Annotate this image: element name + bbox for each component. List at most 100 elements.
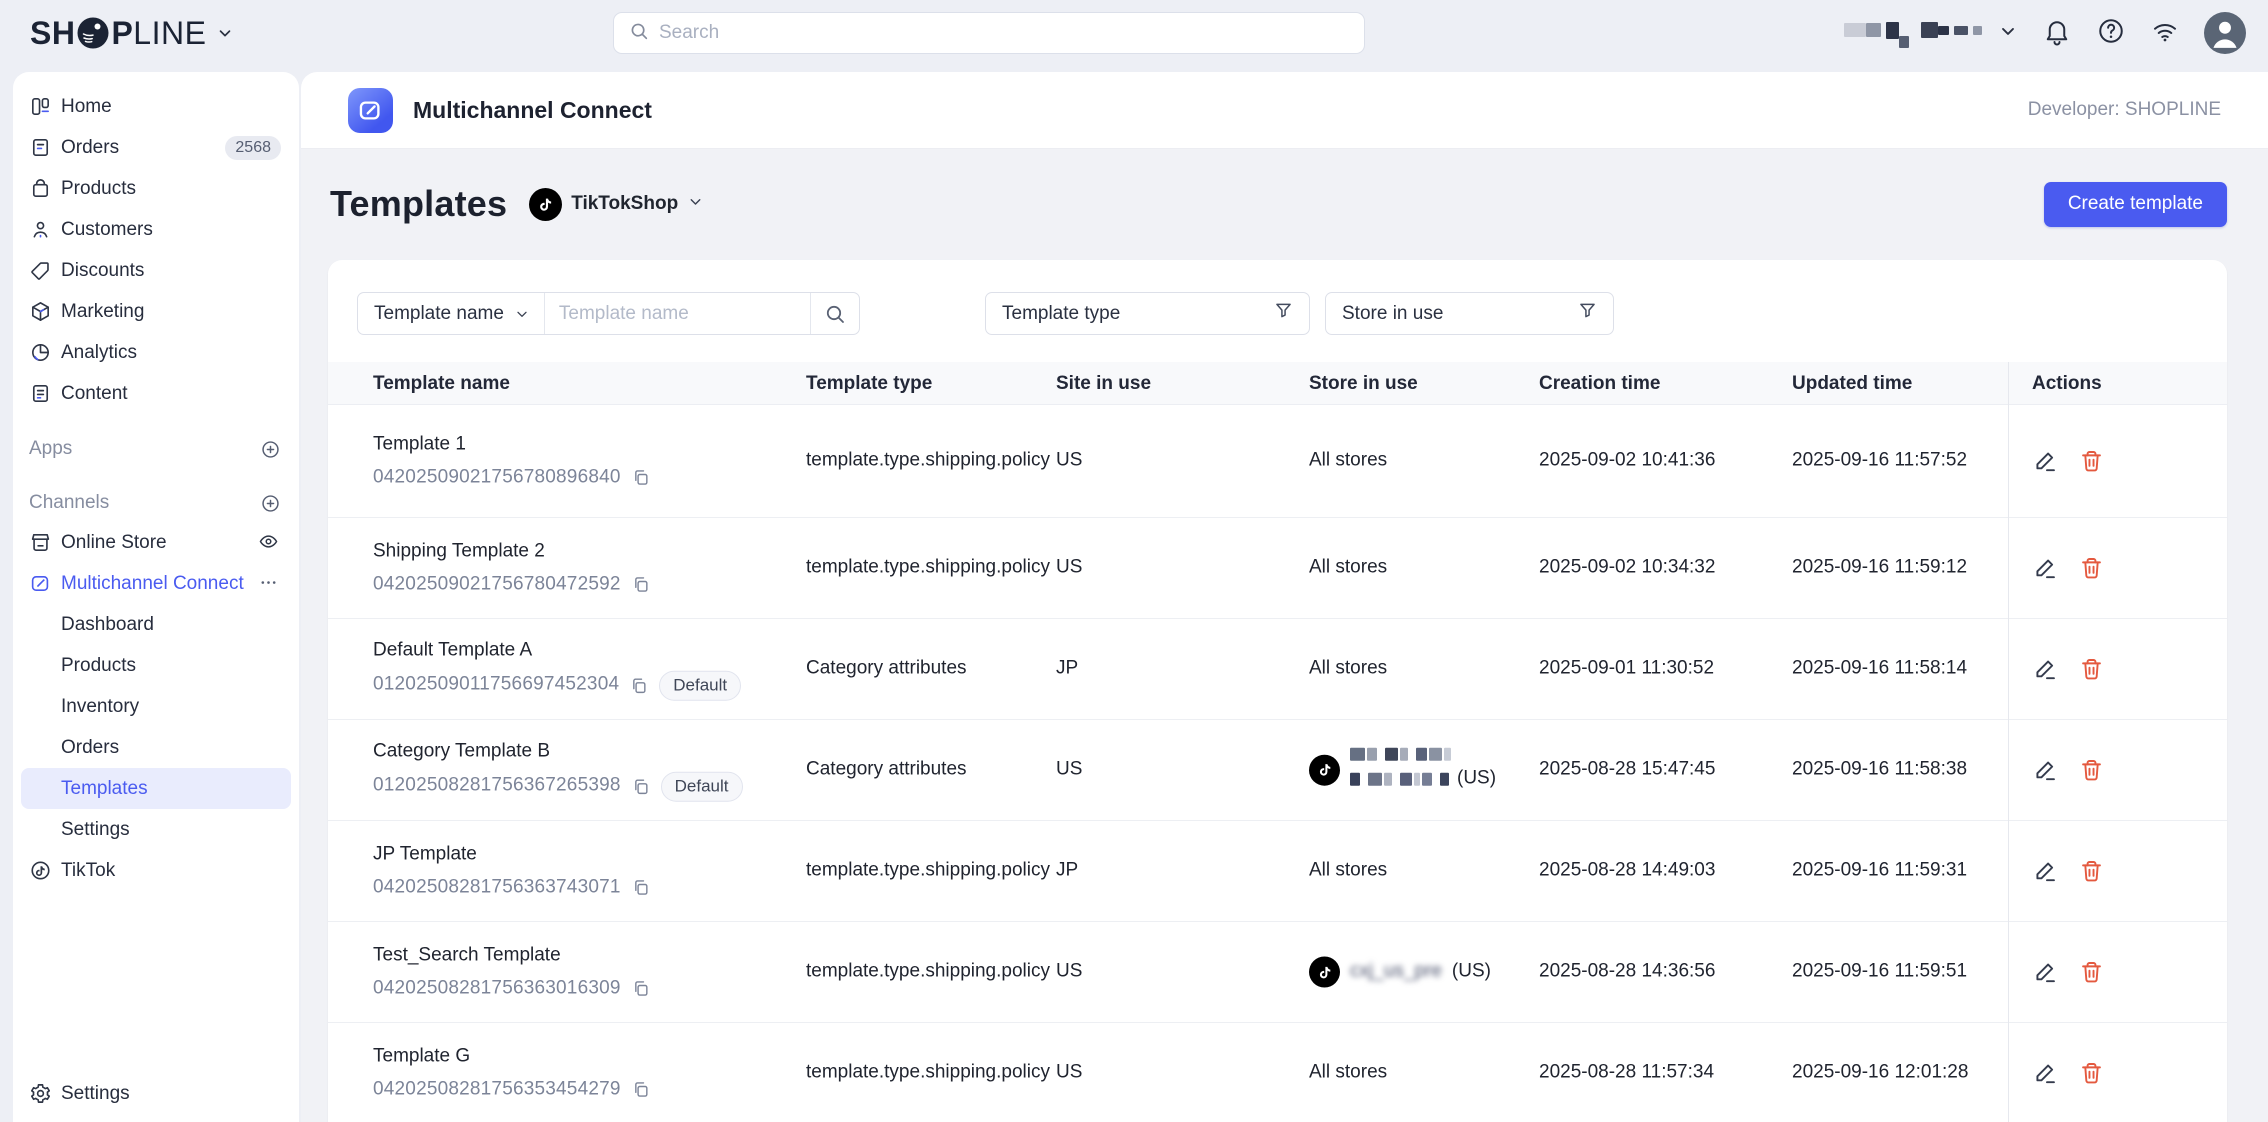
- sidebar-item-tiktok[interactable]: TikTok: [21, 850, 291, 891]
- cell-template-type: template.type.shipping.policy: [806, 858, 1056, 885]
- sidebar-item-discounts[interactable]: Discounts: [21, 250, 291, 291]
- delete-trash-icon[interactable]: [2078, 555, 2105, 582]
- cell-site-in-use: US: [1056, 448, 1082, 475]
- redacted-store-text: [1350, 773, 1449, 786]
- sidebar-item-orders[interactable]: Orders2568: [21, 127, 291, 168]
- copy-id-icon[interactable]: [631, 574, 651, 594]
- delete-trash-icon[interactable]: [2078, 858, 2105, 885]
- store-in-use-filter[interactable]: Store in use: [1325, 292, 1614, 335]
- create-template-button[interactable]: Create template: [2044, 182, 2227, 227]
- sidebar-subitem-orders[interactable]: Orders: [21, 727, 291, 768]
- topbar-actions: [1844, 0, 2246, 66]
- funnel-icon: [1577, 300, 1598, 327]
- shopline-logo[interactable]: SHPLINE: [30, 0, 234, 66]
- channel-label: TikTokShop: [571, 193, 678, 215]
- help-icon[interactable]: [2096, 16, 2126, 51]
- copy-id-icon[interactable]: [631, 776, 651, 796]
- sidebar-item-label: Multichannel Connect: [61, 573, 244, 595]
- sidebar-item-label: Marketing: [61, 301, 144, 323]
- cell-updated-time: 2025-09-16 11:58:38: [1792, 757, 1967, 784]
- template-type-filter[interactable]: Template type: [985, 292, 1310, 335]
- column-header-template-name: Template name: [373, 362, 510, 405]
- cell-template-name: Shipping Template 2042025090217567804725…: [373, 538, 651, 597]
- delete-trash-icon[interactable]: [2078, 1060, 2105, 1087]
- notifications-bell-icon[interactable]: [2042, 16, 2072, 51]
- cell-updated-time: 2025-09-16 11:59:51: [1792, 959, 1967, 986]
- sidebar-item-marketing[interactable]: Marketing: [21, 291, 291, 332]
- sidebar-item-products[interactable]: Products: [21, 168, 291, 209]
- table-row: Default Template A0120250901175669745230…: [328, 619, 2227, 720]
- developer-label: Developer: SHOPLINE: [2028, 99, 2221, 121]
- sidebar-subitem-inventory[interactable]: Inventory: [21, 686, 291, 727]
- sidebar-nav: Home Orders2568 Products CustomersDiscounts…: [13, 86, 299, 891]
- global-search[interactable]: [613, 12, 1365, 54]
- sidebar-subitem-templates[interactable]: Templates: [21, 768, 291, 809]
- edit-icon[interactable]: [2032, 555, 2059, 582]
- multichannel-connect-app-icon: [348, 88, 393, 133]
- delete-trash-icon[interactable]: [2078, 656, 2105, 683]
- template-name: Shipping Template 2: [373, 538, 651, 565]
- template-id: 04202508281756353454279: [373, 1076, 621, 1103]
- store-region-suffix: (US): [1457, 766, 1496, 793]
- store-label: All stores: [1309, 557, 1387, 578]
- copy-id-icon[interactable]: [631, 978, 651, 998]
- copy-id-icon[interactable]: [631, 1079, 651, 1099]
- avatar[interactable]: [2204, 12, 2246, 54]
- table-row: Template 104202509021756780896840templat…: [328, 405, 2227, 518]
- sidebar-item-content[interactable]: Content: [21, 373, 291, 414]
- sidebar-item-home[interactable]: Home: [21, 86, 291, 127]
- delete-trash-icon[interactable]: [2078, 959, 2105, 986]
- template-name-input[interactable]: [559, 303, 796, 325]
- redacted-store-name[interactable]: [1844, 19, 1982, 48]
- search-field-select[interactable]: Template name: [358, 293, 545, 334]
- sidebar-section-channels: Channels: [21, 484, 291, 522]
- tiktok-store-icon: [1309, 957, 1340, 988]
- edit-icon[interactable]: [2032, 757, 2059, 784]
- cell-site-in-use: US: [1056, 1060, 1082, 1087]
- search-button[interactable]: [810, 293, 859, 334]
- sidebar-item-label: Home: [61, 96, 112, 118]
- delete-trash-icon[interactable]: [2078, 448, 2105, 475]
- cell-creation-time: 2025-09-02 10:34:32: [1539, 555, 1715, 582]
- sidebar-item-multichannel-connect[interactable]: Multichannel Connect: [21, 563, 291, 604]
- sidebar-item-online-store[interactable]: Online Store: [21, 522, 291, 563]
- sidebar-item-label: Products: [61, 178, 136, 200]
- edit-icon[interactable]: [2032, 858, 2059, 885]
- eye-icon[interactable]: [258, 531, 281, 554]
- edit-icon[interactable]: [2032, 1060, 2059, 1087]
- delete-trash-icon[interactable]: [2078, 757, 2105, 784]
- edit-icon[interactable]: [2032, 448, 2059, 475]
- store-label: All stores: [1309, 450, 1387, 471]
- add-channels-icon[interactable]: [260, 493, 281, 514]
- cell-creation-time: 2025-09-02 10:41:36: [1539, 448, 1715, 475]
- sidebar-subitem-dashboard[interactable]: Dashboard: [21, 604, 291, 645]
- store-switcher-chevron-down-icon[interactable]: [1998, 21, 2018, 46]
- copy-id-icon[interactable]: [631, 877, 651, 897]
- logo-chevron-down-icon[interactable]: [216, 24, 234, 42]
- global-search-input[interactable]: [659, 22, 1350, 44]
- copy-id-icon[interactable]: [631, 467, 651, 487]
- edit-icon[interactable]: [2032, 959, 2059, 986]
- cell-template-name: Category Template B012025082817563672653…: [373, 739, 743, 802]
- topbar: SHPLINE: [0, 0, 2268, 66]
- table-row: Category Template B012025082817563672653…: [328, 720, 2227, 821]
- copy-id-icon[interactable]: [629, 675, 649, 695]
- edit-icon[interactable]: [2032, 656, 2059, 683]
- ellipsis-icon[interactable]: [258, 572, 281, 595]
- wifi-status-icon[interactable]: [2150, 16, 2180, 51]
- sidebar-subitem-products[interactable]: Products: [21, 645, 291, 686]
- table-row: Template G04202508281756353454279templat…: [328, 1023, 2227, 1122]
- sidebar-subitem-settings[interactable]: Settings: [21, 809, 291, 850]
- sidebar-item-settings-footer[interactable]: Settings: [21, 1073, 291, 1114]
- sidebar-item-analytics[interactable]: Analytics: [21, 332, 291, 373]
- channel-selector[interactable]: TikTokShop: [529, 188, 704, 221]
- cell-template-type: Category attributes: [806, 757, 1056, 784]
- sidebar-footer: Settings: [21, 1073, 291, 1114]
- discounts-icon: [29, 259, 52, 282]
- cell-store-in-use: All stores: [1309, 656, 1387, 683]
- sidebar-item-customers[interactable]: Customers: [21, 209, 291, 250]
- table-body: Template 104202509021756780896840templat…: [328, 405, 2227, 1122]
- add-apps-icon[interactable]: [260, 439, 281, 460]
- cell-updated-time: 2025-09-16 11:59:12: [1792, 555, 1967, 582]
- template-id: 04202508281756363743071: [373, 874, 621, 901]
